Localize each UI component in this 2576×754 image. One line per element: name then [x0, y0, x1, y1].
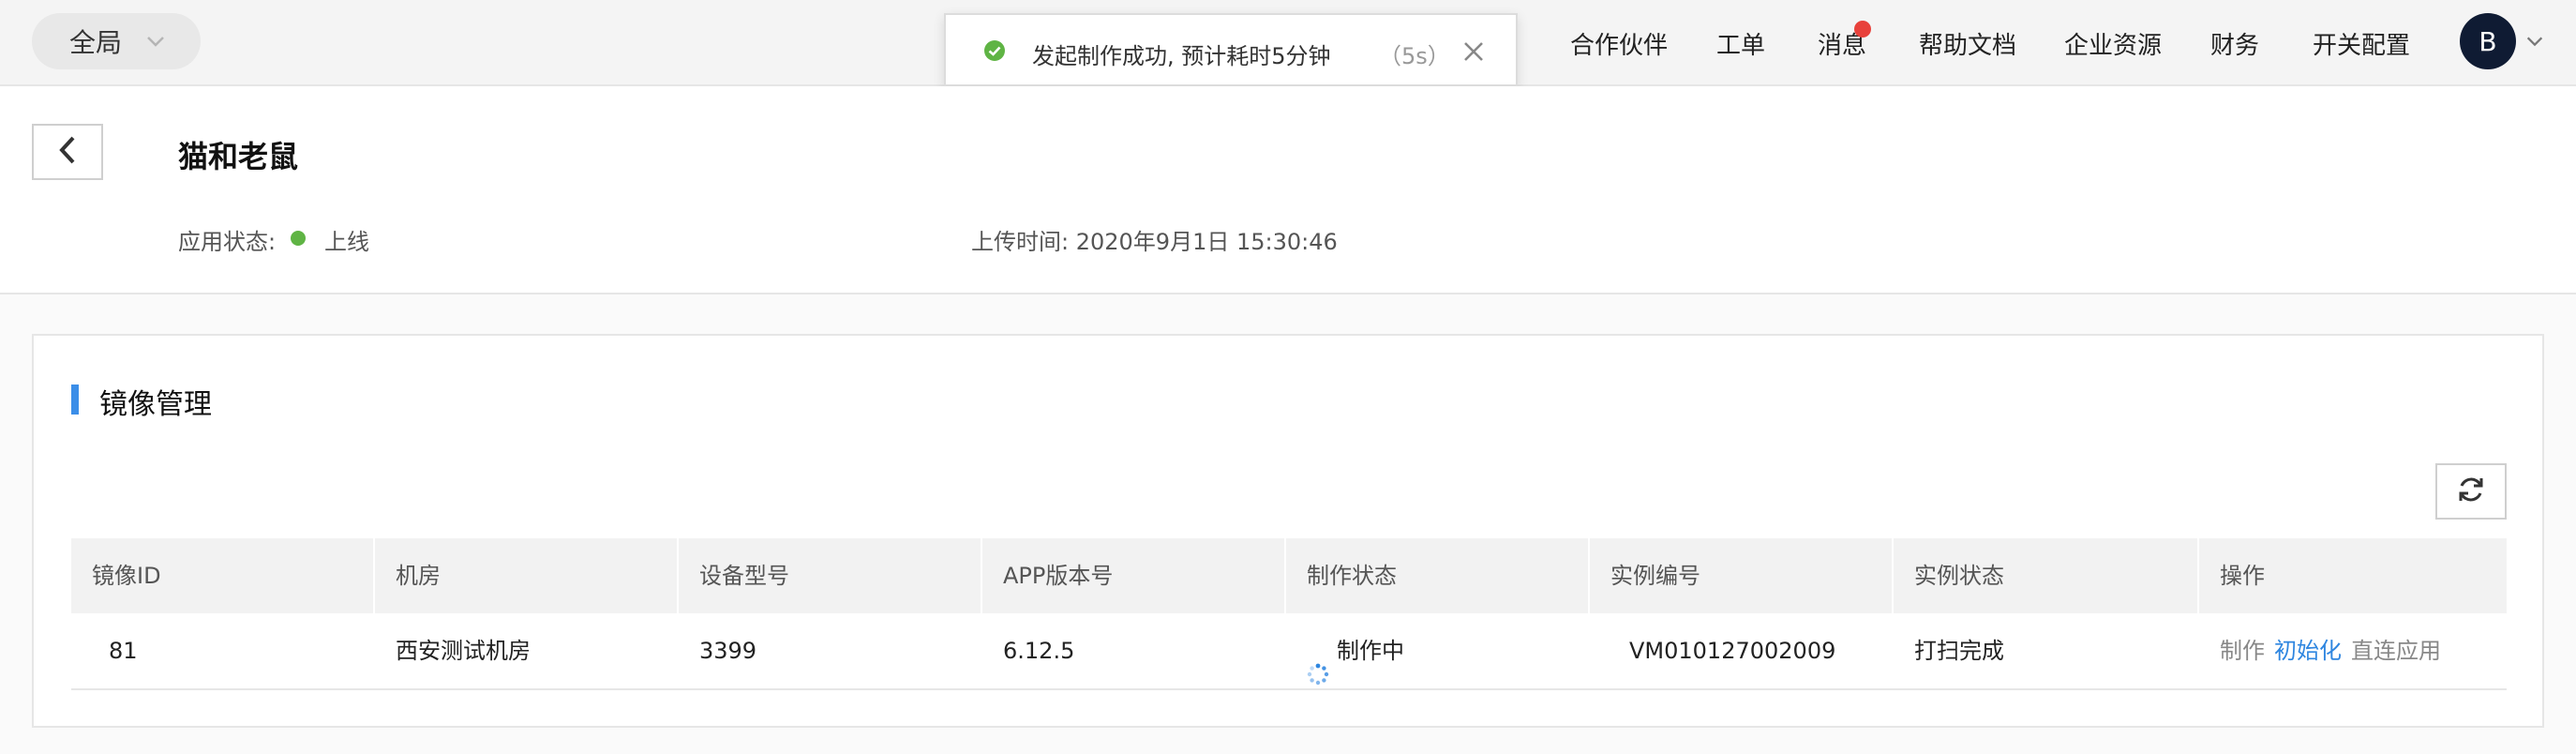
refresh-icon	[2455, 474, 2487, 509]
column-header: 实例编号	[1590, 538, 1894, 613]
section-title: 镜像管理	[99, 388, 212, 421]
toast-countdown: （5s）	[1379, 43, 1450, 69]
close-icon[interactable]	[1461, 39, 1486, 64]
table-row: 81 西安测试机房 3399 6.12.5 制作中 VM010127002009…	[71, 613, 2507, 690]
column-header: 制作状态	[1286, 538, 1590, 613]
status-dot	[291, 231, 306, 246]
upload-time: 上传时间: 2020年9月1日 15:30:46	[971, 223, 1338, 256]
app-status-value: 上线	[324, 229, 369, 255]
cell-device: 3399	[699, 638, 757, 664]
cell-instance-status: 打扫完成	[1914, 638, 2004, 664]
image-management-card: 镜像管理 镜像ID 机房 设备型号 APP版本号 制作状态 实例编号 实例状态 …	[32, 334, 2544, 728]
chevron-down-icon[interactable]	[2522, 28, 2548, 54]
chevron-left-icon	[54, 135, 81, 169]
cell-image-id: 81	[109, 638, 138, 664]
app-status-label: 应用状态:	[178, 229, 277, 255]
back-button[interactable]	[32, 124, 103, 180]
avatar[interactable]: B	[2460, 13, 2516, 69]
scope-label: 全局	[69, 27, 123, 58]
column-header: 设备型号	[679, 538, 982, 613]
column-header: APP版本号	[982, 538, 1286, 613]
upload-time-value: 2020年9月1日 15:30:46	[1075, 229, 1338, 255]
toast-message: 发起制作成功, 预计耗时5分钟	[1032, 43, 1331, 69]
nav-help-docs[interactable]: 帮助文档	[1919, 26, 2016, 61]
column-header: 操作	[2220, 563, 2265, 589]
column-header: 镜像ID	[71, 538, 375, 613]
table-header: 镜像ID 机房 设备型号 APP版本号 制作状态 实例编号 实例状态 操作	[71, 538, 2507, 613]
cell-room: 西安测试机房	[396, 638, 531, 664]
check-circle-icon	[983, 39, 1006, 62]
nav-finance[interactable]: 财务	[2210, 26, 2259, 61]
loading-spinner-icon	[1307, 641, 1329, 686]
nav-tickets[interactable]: 工单	[1716, 26, 1765, 61]
nav-enterprise-resources[interactable]: 企业资源	[2064, 26, 2162, 61]
refresh-button[interactable]	[2435, 463, 2507, 520]
app-header: 猫和老鼠 应用状态: 上线 上传时间: 2020年9月1日 15:30:46	[0, 86, 2576, 294]
upload-time-label: 上传时间:	[971, 229, 1070, 255]
scope-selector[interactable]: 全局	[32, 13, 201, 69]
page-title: 猫和老鼠	[178, 139, 299, 174]
nav-partners[interactable]: 合作伙伴	[1570, 26, 1668, 61]
column-header: 实例状态	[1894, 538, 2199, 613]
section-accent-bar	[71, 385, 79, 415]
direct-connect-action[interactable]: 直连应用	[2351, 613, 2441, 688]
cell-app-version: 6.12.5	[1003, 638, 1075, 664]
build-status-text: 制作中	[1337, 638, 1404, 664]
cell-build-status: 制作中	[1286, 613, 1404, 688]
cell-actions: 制作 初始化 直连应用	[2199, 613, 2450, 688]
image-table: 镜像ID 机房 设备型号 APP版本号 制作状态 实例编号 实例状态 操作 81…	[71, 538, 2507, 690]
success-toast: 发起制作成功, 预计耗时5分钟 （5s）	[944, 13, 1518, 86]
message-badge	[1854, 21, 1871, 38]
avatar-letter: B	[2479, 25, 2497, 57]
build-action[interactable]: 制作	[2220, 613, 2265, 688]
chevron-down-icon	[142, 28, 169, 54]
column-header: 机房	[375, 538, 679, 613]
cell-instance-no: VM010127002009	[1629, 638, 1836, 664]
nav-switch-config[interactable]: 开关配置	[2313, 26, 2410, 61]
initialize-action[interactable]: 初始化	[2274, 613, 2342, 688]
